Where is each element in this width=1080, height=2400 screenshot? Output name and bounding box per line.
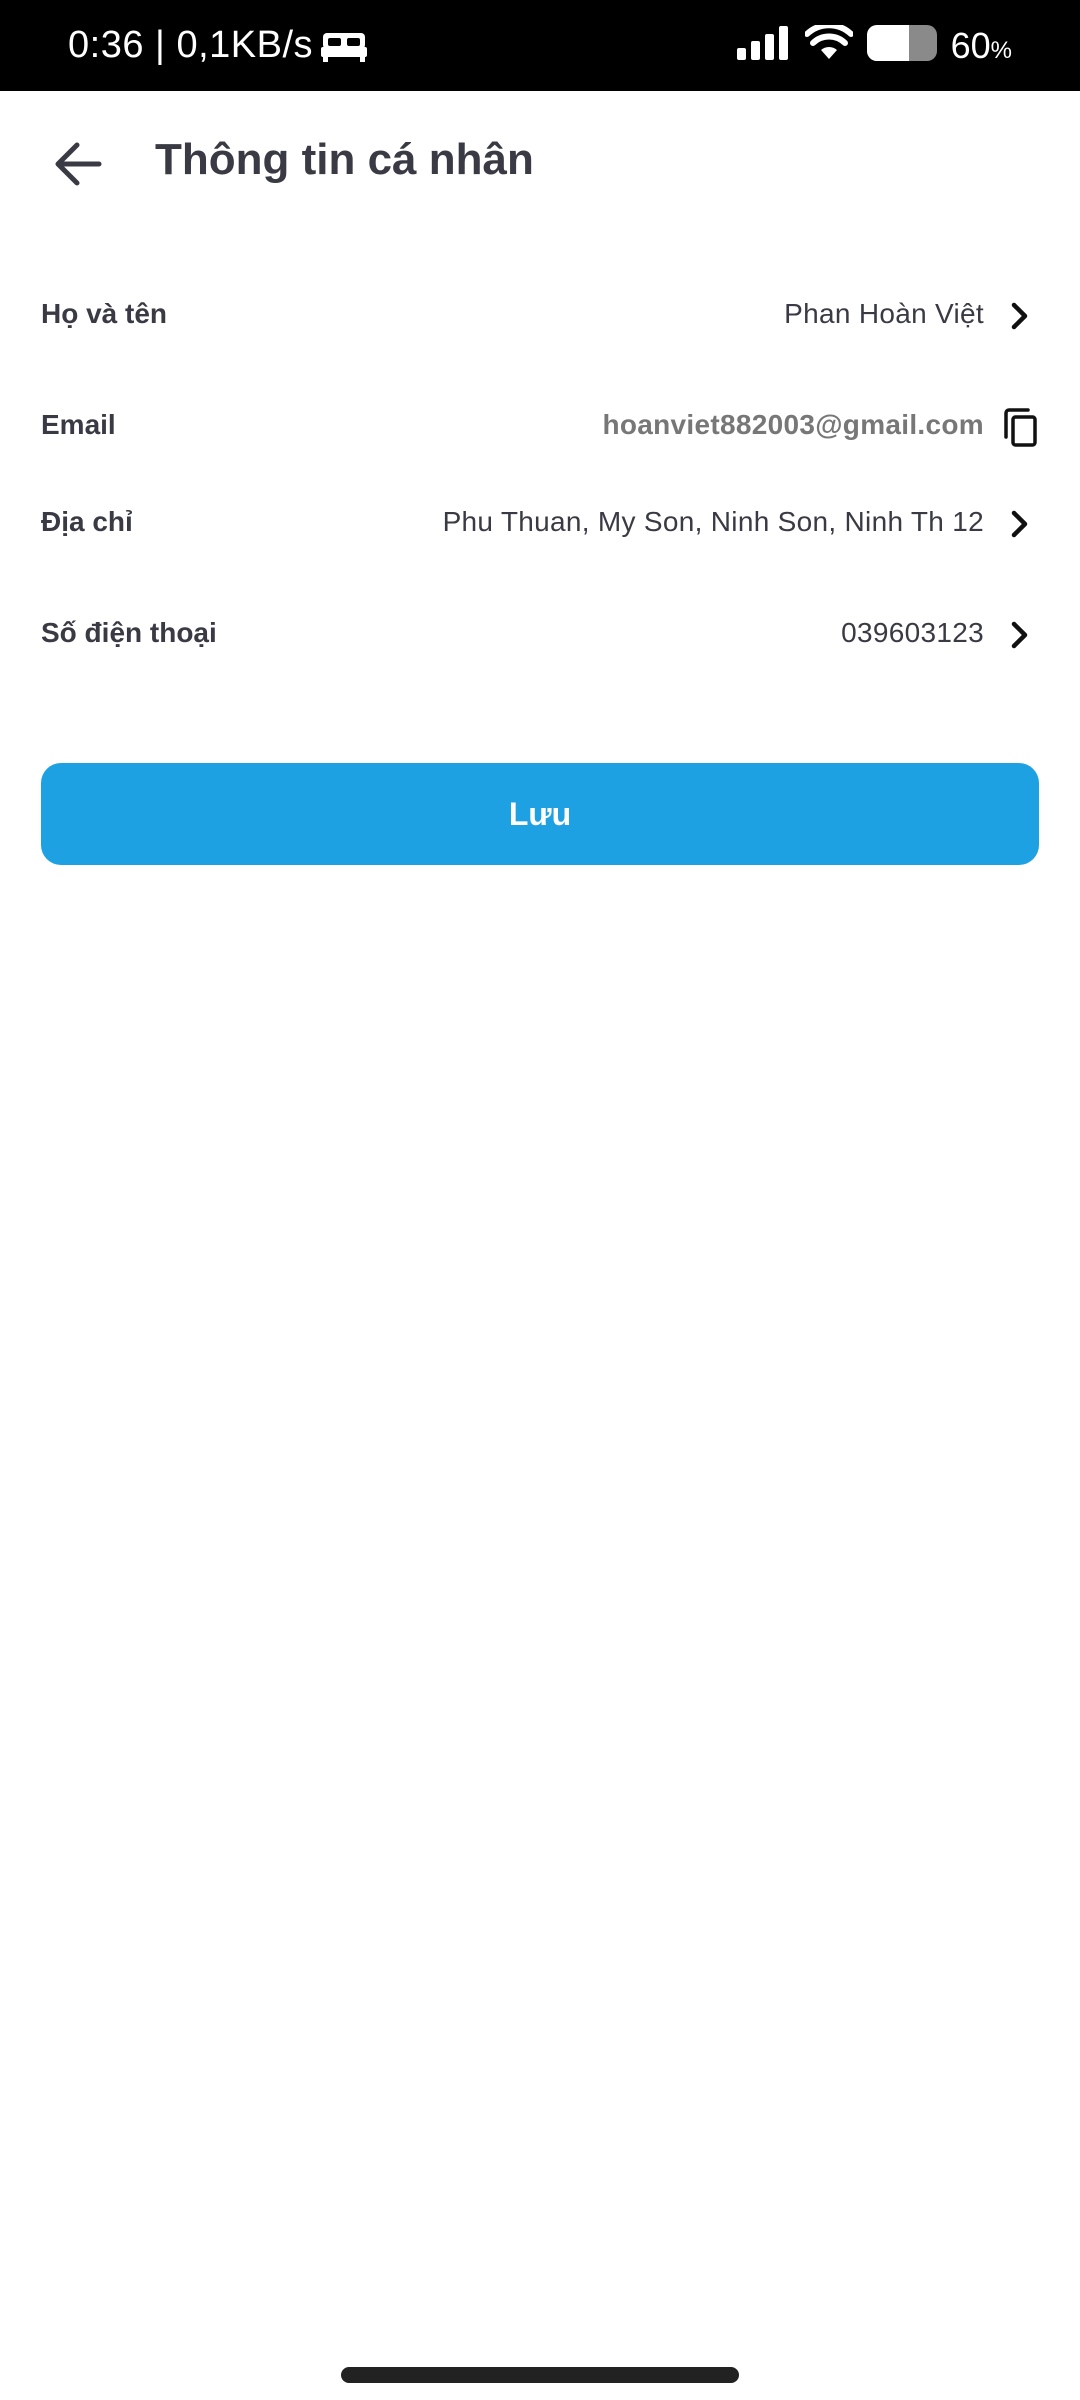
back-button[interactable] — [48, 131, 108, 197]
status-time-speed: 0:36 | 0,1KB/s — [68, 24, 314, 66]
field-row-phone[interactable]: Số điện thoại 039603123 — [0, 593, 1080, 673]
chevron-right-icon — [1002, 506, 1038, 542]
field-label-phone: Số điện thoại — [41, 617, 217, 648]
field-value-full-name: Phan Hoàn Việt — [784, 298, 984, 329]
home-indicator[interactable] — [341, 2367, 739, 2383]
field-row-email: Email hoanviet882003@gmail.com — [0, 385, 1080, 465]
wifi-icon — [803, 22, 854, 66]
field-row-address[interactable]: Địa chỉ Phu Thuan, My Son, Ninh Son, Nin… — [0, 482, 1080, 562]
signal-icon — [736, 26, 791, 65]
status-bar: 0:36 | 0,1KB/s 60% — [0, 0, 1080, 91]
status-right: 60% — [736, 0, 1012, 91]
battery-percent-unit: % — [990, 36, 1012, 64]
app-header: Thông tin cá nhân — [0, 91, 1080, 241]
battery-percent: 60% — [951, 25, 1012, 67]
battery-icon — [866, 25, 937, 66]
chevron-right-icon — [1002, 617, 1038, 653]
bed-icon — [321, 29, 368, 63]
field-value-phone: 039603123 — [841, 617, 984, 648]
battery-percent-value: 60 — [950, 24, 991, 66]
field-value-email: hoanviet882003@gmail.com — [602, 409, 984, 440]
field-label-address: Địa chỉ — [41, 506, 133, 537]
page-title: Thông tin cá nhân — [155, 135, 534, 184]
arrow-left-icon — [55, 142, 102, 186]
field-value-address: Phu Thuan, My Son, Ninh Son, Ninh Th 12 — [442, 506, 984, 537]
save-button[interactable]: Lưu — [41, 763, 1039, 865]
copy-icon[interactable] — [1002, 408, 1038, 447]
chevron-right-icon — [1002, 298, 1038, 334]
field-label-email: Email — [41, 409, 116, 440]
status-left: 0:36 | 0,1KB/s — [68, 0, 368, 91]
field-row-full-name[interactable]: Họ và tên Phan Hoàn Việt — [0, 274, 1080, 354]
field-label-full-name: Họ và tên — [41, 298, 168, 329]
